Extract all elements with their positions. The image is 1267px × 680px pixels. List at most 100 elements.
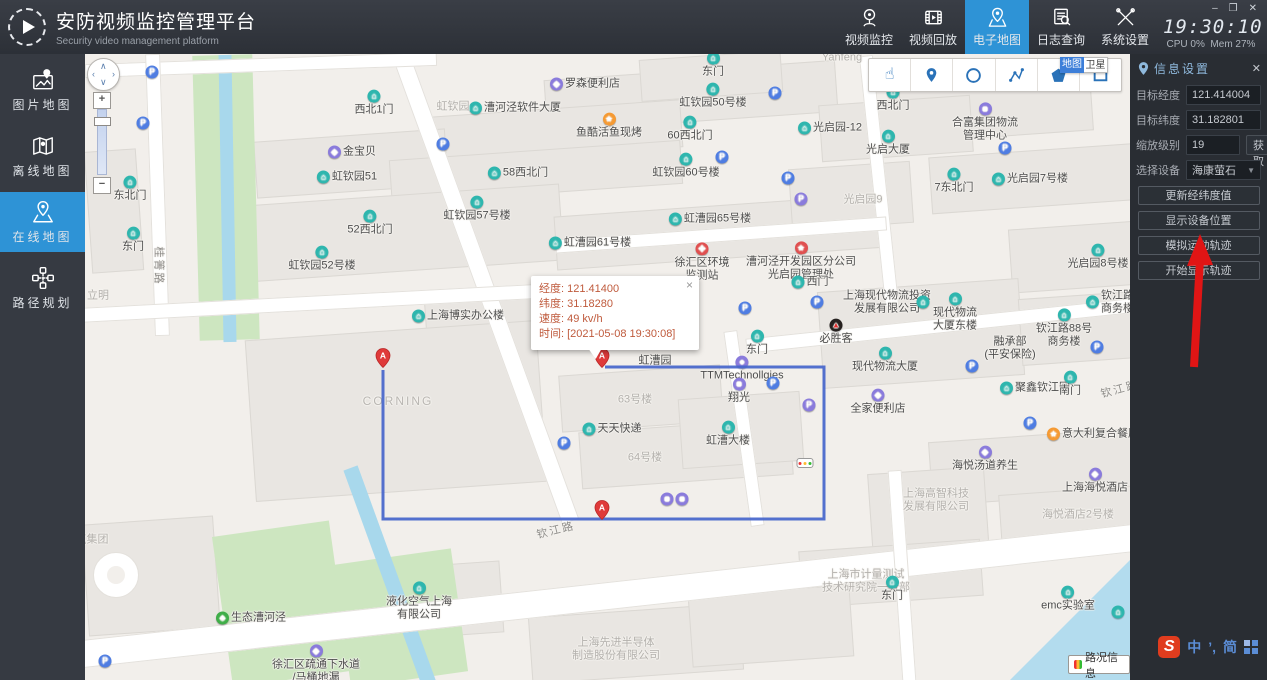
traffic-info-button[interactable]: 路况信息 (1068, 652, 1130, 680)
food-poi-icon: ★ (602, 112, 616, 126)
header-nav: 视频监控 视频回放 电子地图 日志查询 系统设置 (837, 0, 1157, 54)
map-poi-label: ⌂ 现代物流大厦 (852, 346, 918, 374)
poi-text: 西北1门 (354, 103, 394, 116)
panel-buttons: 更新经纬度值 显示设备位置 模拟运动轨迹 开始显示轨迹 (1130, 186, 1267, 280)
map-poi-label: ⌂ 西北1门 (354, 89, 394, 117)
map-poi-label: ⌂ 虹漕大楼 (706, 420, 750, 448)
close-button[interactable]: ✕ (1249, 3, 1257, 14)
poi-text: 南门 (1059, 384, 1081, 397)
minimize-button[interactable]: – (1212, 3, 1218, 14)
panel-action-button[interactable]: 更新经纬度值 (1137, 186, 1260, 205)
map-poi-label: ⌂ 东门 (702, 54, 724, 78)
device-select[interactable]: 海康萤石 ▼ (1186, 160, 1261, 180)
sogou-logo-icon[interactable]: S (1158, 636, 1181, 658)
map-poi-label: 钦江路 (536, 520, 577, 542)
shop-poi-icon: ◆ (871, 388, 885, 402)
clock-display: 19:30:10 (1163, 16, 1263, 38)
poi-text: 钦江路 商务楼 (1101, 289, 1130, 314)
sidebar-item-online[interactable]: 在线地图 (0, 192, 85, 252)
poi-text: 海悦酒店2号楼 (1041, 508, 1115, 521)
poi-text: 西北门 (876, 99, 910, 112)
map-poi-label: ⌂ 7东北门 (934, 167, 974, 195)
bld-poi-icon: ⌂ (1111, 605, 1125, 619)
ime-menu-icon[interactable] (1244, 640, 1258, 654)
map-poi-label: 立明 (87, 290, 109, 303)
map-building (227, 183, 565, 284)
poi-text: 虹漕园65号楼 (683, 212, 752, 225)
map-poi-label: 虹漕园 (639, 355, 672, 368)
poi-text: 徐汇区疏通下水道 /马桶地漏 (272, 658, 360, 680)
layer-satellite-button[interactable]: 卫星 (1084, 57, 1108, 73)
polyline-tool-button[interactable] (996, 59, 1038, 91)
panel-close-icon[interactable]: ✕ (1252, 62, 1261, 75)
target-lat-input[interactable] (1186, 110, 1261, 130)
target-lng-input[interactable] (1186, 85, 1261, 105)
nav-item-settings[interactable]: 系统设置 (1093, 0, 1157, 54)
sidebar-item-label: 图片地图 (12, 98, 73, 112)
track-marker-A[interactable]: A (375, 348, 391, 369)
gate-poi-icon: ⌂ (123, 175, 137, 189)
map-road (85, 54, 438, 79)
ime-charset-toggle[interactable]: 简 (1223, 637, 1237, 657)
sidebar-item-label: 路径规划 (12, 296, 73, 310)
zoom-in-button[interactable]: + (93, 92, 111, 109)
bld-poi-icon: ⌂ (1086, 295, 1099, 309)
bus-poi-icon: ■ (675, 492, 689, 506)
poi-text: 生态漕河泾 (231, 611, 286, 624)
restore-button[interactable]: ❐ (1229, 3, 1238, 14)
poi-text: 必胜客 (819, 332, 853, 345)
app-subtitle: Security video management platform (56, 36, 219, 47)
nav-item-emap[interactable]: 电子地图 (965, 0, 1029, 54)
map-poi-label: ◆ 罗森便利店 (550, 77, 620, 91)
panel-action-button[interactable]: 模拟运动轨迹 (1137, 236, 1260, 255)
p-poi-icon: P (1023, 416, 1037, 430)
get-button[interactable]: 获取 (1246, 135, 1267, 168)
map-poi-icon: P (715, 150, 729, 164)
ime-lang-toggle[interactable]: 中 (1187, 637, 1201, 657)
layer-map-button[interactable]: 地图 (1060, 57, 1084, 73)
hand-tool-button[interactable]: ☝ (869, 59, 912, 91)
ime-bar[interactable]: S 中 ’, 简 (1158, 636, 1258, 658)
map-canvas[interactable]: ⌂ 西北1门 ⌂ 虹钦园50号楼 ◆ 罗森便利店 ⌂ 漕河泾软件大厦 虹钦园 ★ 鱼酷活鱼现烤 ◆ 金宝… (85, 54, 1130, 680)
map-poi-label: ◆ 金宝贝 (328, 145, 376, 159)
location-pin-icon (1138, 61, 1149, 75)
panel-action-button[interactable]: 显示设备位置 (1137, 211, 1260, 230)
panel-action-button[interactable]: 开始显示轨迹 (1137, 261, 1260, 280)
track-marker-A[interactable]: A (594, 500, 610, 521)
sidebar-item-route[interactable]: 路径规划 (0, 258, 85, 318)
map-poi-label: 融承部 (平安保险) (984, 335, 1035, 360)
p-poi-icon: P (145, 65, 159, 79)
poi-text: 意大利复合餐厅 (1062, 427, 1130, 440)
popup-close-icon[interactable]: × (686, 278, 693, 292)
poi-text: 上海高智科技 发展有限公司 (903, 487, 969, 512)
circle-tool-button[interactable] (953, 59, 996, 91)
poi-text: 虹钦园 (436, 100, 470, 113)
bld-poi-icon: ⌂ (412, 309, 425, 323)
p-poi-icon: P (998, 141, 1012, 155)
pan-compass-control[interactable]: ∧ ∨ ‹ › (87, 58, 120, 91)
nav-item-playback[interactable]: 视频回放 (901, 0, 965, 54)
map-poi-label: ⌂ 东北门 (114, 175, 147, 203)
zoom-slider-handle[interactable] (93, 117, 111, 126)
bld-poi-icon: ⌂ (469, 101, 482, 115)
zoom-out-button[interactable]: − (93, 177, 111, 194)
map-poi-icon: ⌂ (916, 295, 930, 309)
p-poi-icon: P (98, 654, 112, 668)
sidebar-item-label: 离线地图 (12, 164, 73, 178)
nav-item-monitor[interactable]: 视频监控 (837, 0, 901, 54)
ime-punct-toggle[interactable]: ’, (1208, 639, 1216, 655)
bld-poi-icon: ⌂ (315, 245, 329, 259)
map-poi-label: ⌂ 虹漕园65号楼 (668, 212, 752, 226)
sidebar-item-offline[interactable]: 离线地图 (0, 126, 85, 186)
poi-text: 上海博实办公楼 (427, 309, 504, 322)
sidebar-item-pic[interactable]: 图片地图 (0, 60, 85, 120)
lock-poi-icon: ● (735, 355, 749, 369)
target-lng-label: 目标经度 (1136, 90, 1180, 102)
bld-poi-icon: ⌂ (1061, 585, 1075, 599)
zoom-level-input[interactable] (1186, 135, 1240, 155)
marker-tool-button[interactable] (911, 59, 954, 91)
nav-item-label: 视频监控 (844, 33, 893, 47)
map-poi-icon: P (98, 654, 112, 668)
gate-poi-icon: ⌂ (487, 166, 501, 180)
nav-item-log[interactable]: 日志查询 (1029, 0, 1093, 54)
